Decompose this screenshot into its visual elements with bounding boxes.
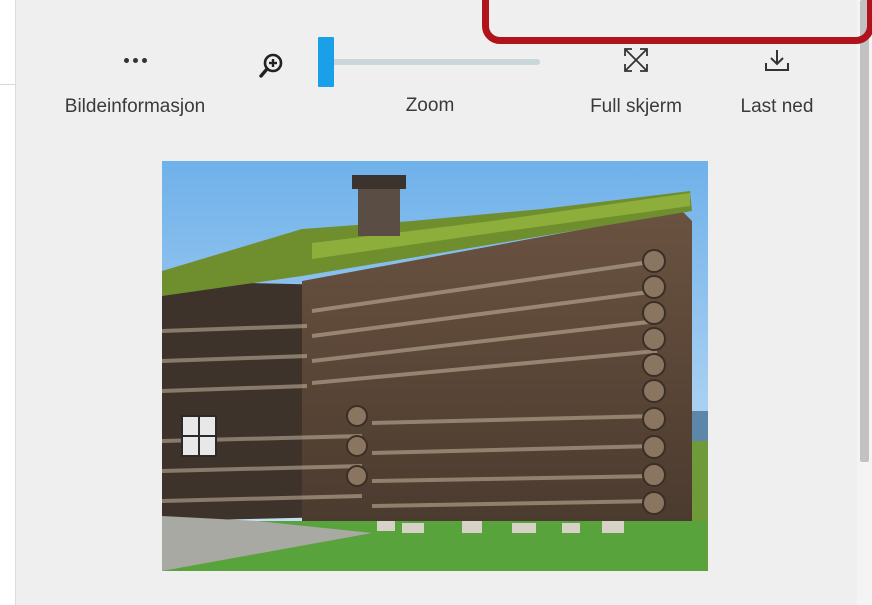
fullscreen-button[interactable]: Full skjerm [570,40,702,118]
scrollbar-thumb[interactable] [860,0,869,462]
left-gutter [0,0,15,605]
fullscreen-label: Full skjerm [590,96,682,117]
download-button[interactable]: Last ned [722,40,832,118]
download-icon [722,40,832,80]
scrollbar[interactable] [857,0,872,605]
zoom-in-icon[interactable] [257,51,287,81]
zoom-slider-thumb[interactable] [318,37,334,87]
download-label: Last ned [740,96,814,117]
zoom-label: Zoom [405,95,455,116]
zoom-slider-track[interactable] [330,59,540,65]
fullscreen-icon [570,40,702,80]
more-dots-icon [40,40,230,80]
divider [0,84,15,85]
image-info-label: Bildeinformasjon [64,96,206,117]
image-info-button[interactable]: Bildeinformasjon [40,40,230,118]
log-house-photo [162,161,708,571]
